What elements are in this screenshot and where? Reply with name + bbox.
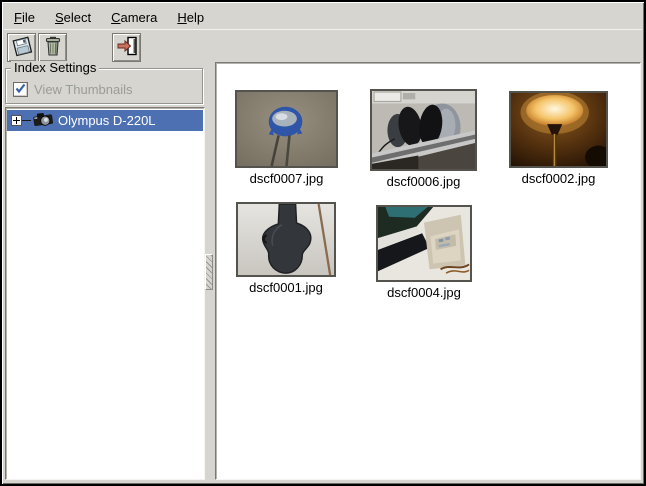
tree-connector-line [22,120,31,121]
menu-file[interactable]: File [6,7,43,28]
thumbnail-panel[interactable]: dscf0007.jpg [215,62,641,480]
trash-icon [41,34,65,61]
thumbnail-image-guitar-case[interactable] [236,202,336,277]
thumbnail-filename: dscf0004.jpg [376,285,472,300]
thumbnail-item[interactable]: dscf0001.jpg [236,202,336,295]
thumbnail-image-headphones[interactable] [370,89,477,171]
thumbnail-item[interactable]: dscf0006.jpg [370,89,477,189]
menu-camera[interactable]: Camera [103,7,165,28]
pane-divider[interactable] [204,64,214,480]
camera-tree[interactable]: Olympus D-220L [5,107,205,480]
menu-select[interactable]: Select [47,7,99,28]
view-thumbnails-checkbox[interactable] [13,82,28,97]
delete-button[interactable] [38,33,67,62]
expander-plus-icon[interactable] [11,115,22,126]
thumbnail-filename: dscf0001.jpg [236,280,336,295]
thumbnail-item[interactable]: dscf0007.jpg [235,90,338,186]
exit-door-icon [115,34,139,61]
camera-icon [32,111,54,130]
view-thumbnails-label: View Thumbnails [34,82,133,97]
thumbnail-image-printer[interactable] [376,205,472,282]
checkmark-icon [14,82,27,98]
tree-item-label: Olympus D-220L [58,113,156,128]
thumbnail-image-capacitor[interactable] [235,90,338,168]
thumbnail-item[interactable]: dscf0004.jpg [376,205,472,300]
thumbnail-image-lamp[interactable] [509,91,608,168]
floppy-disk-icon [10,34,34,61]
tree-item-olympus[interactable]: Olympus D-220L [7,110,203,131]
thumbnail-filename: dscf0002.jpg [509,171,608,186]
thumbnail-filename: dscf0006.jpg [370,174,477,189]
gtkam-window: File Select Camera Help [0,0,646,486]
divider-grip-icon[interactable] [205,254,213,290]
menu-help[interactable]: Help [169,7,212,28]
menu-bar: File Select Camera Help [4,4,642,30]
index-settings-title: Index Settings [11,61,99,75]
thumbnail-item[interactable]: dscf0002.jpg [509,91,608,186]
exit-button[interactable] [112,33,141,62]
save-button[interactable] [7,33,36,62]
thumbnail-filename: dscf0007.jpg [235,171,338,186]
